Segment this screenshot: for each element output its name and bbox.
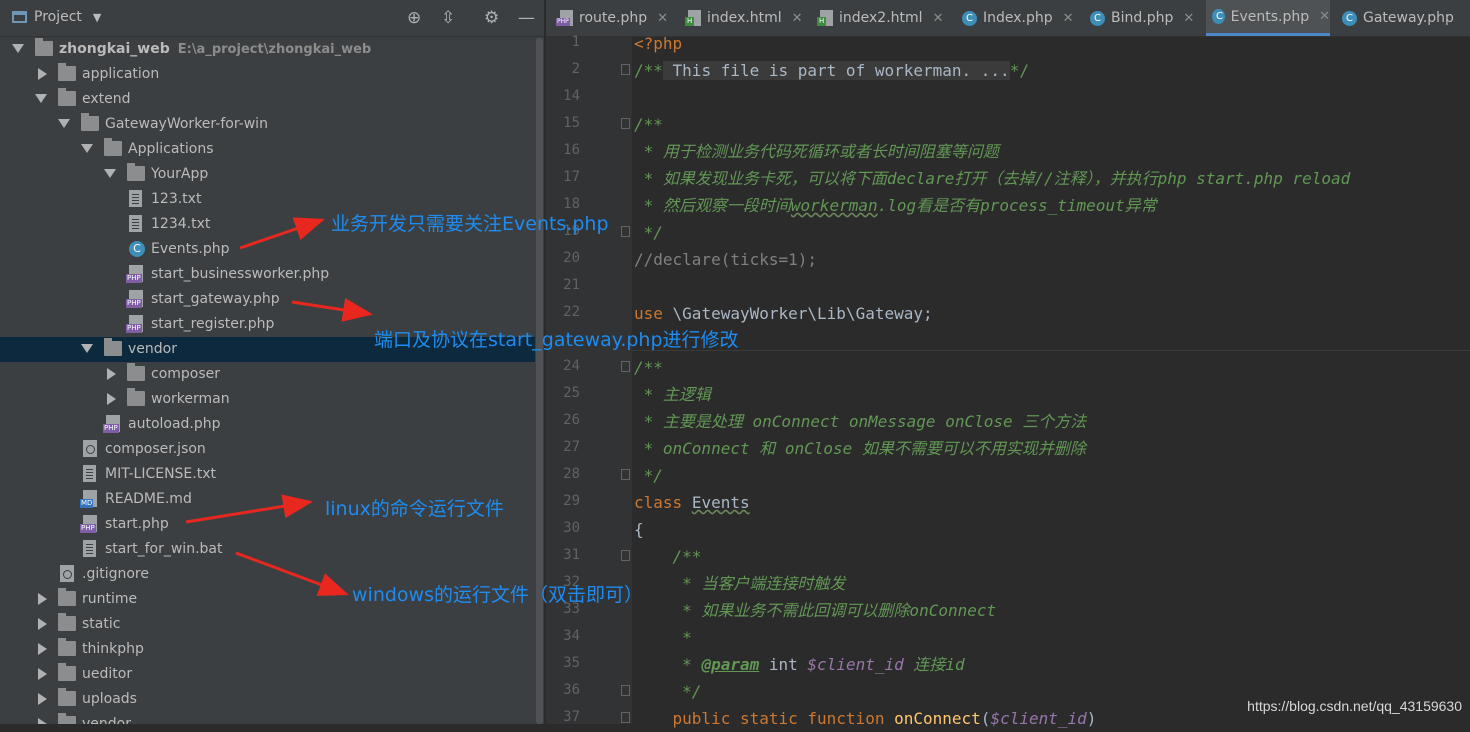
watermark: https://blog.csdn.net/qq_43159630 bbox=[1247, 698, 1462, 714]
arrow-gateway bbox=[291, 298, 373, 322]
arrow-linux bbox=[185, 494, 313, 524]
annotation-linux: linux的命令运行文件 bbox=[325, 498, 504, 520]
annotation-events: 业务开发只需要关注Events.php bbox=[331, 213, 609, 235]
annotation-windows: windows的运行文件（双击即可） bbox=[352, 584, 643, 606]
annotation-gateway: 端口及协议在start_gateway.php进行修改 bbox=[374, 329, 739, 351]
arrow-events bbox=[239, 217, 325, 250]
arrow-windows bbox=[235, 551, 349, 596]
annotation-arrows bbox=[185, 217, 373, 596]
